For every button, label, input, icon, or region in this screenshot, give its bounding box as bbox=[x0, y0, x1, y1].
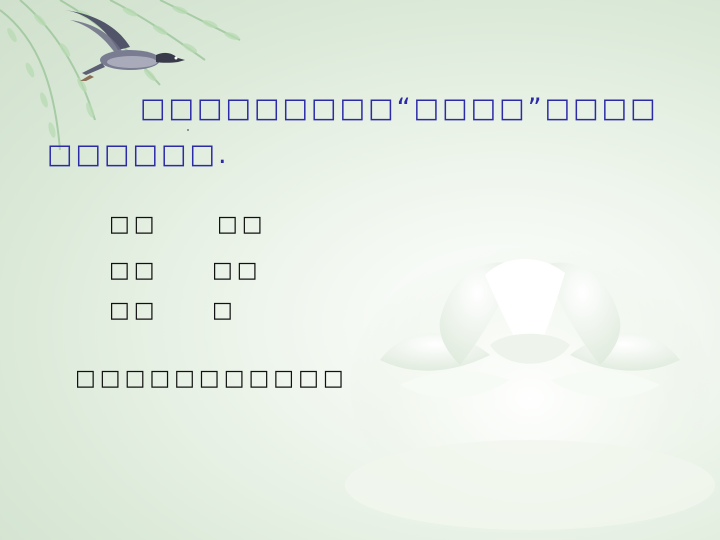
word-item: □□ bbox=[212, 258, 262, 283]
intro-text-line-1: □□□□□□□□□“□□□□”□□□□ bbox=[140, 93, 659, 124]
intro-text-line-2: □□□□□□. bbox=[47, 139, 230, 170]
slide: { "slide": { "intro_line_1": "□□□□□□□□□“… bbox=[0, 0, 720, 540]
decorative-dot bbox=[187, 129, 189, 131]
white-lotus-icon bbox=[345, 245, 715, 530]
bottom-text: □□□□□□□□□□□ bbox=[75, 366, 348, 391]
word-item: □ bbox=[212, 298, 237, 323]
word-item: □□ bbox=[109, 298, 159, 323]
flying-goose-icon bbox=[65, 10, 185, 81]
word-item: □□ bbox=[217, 212, 267, 237]
word-item: □□ bbox=[109, 212, 159, 237]
word-item: □□ bbox=[109, 258, 159, 283]
